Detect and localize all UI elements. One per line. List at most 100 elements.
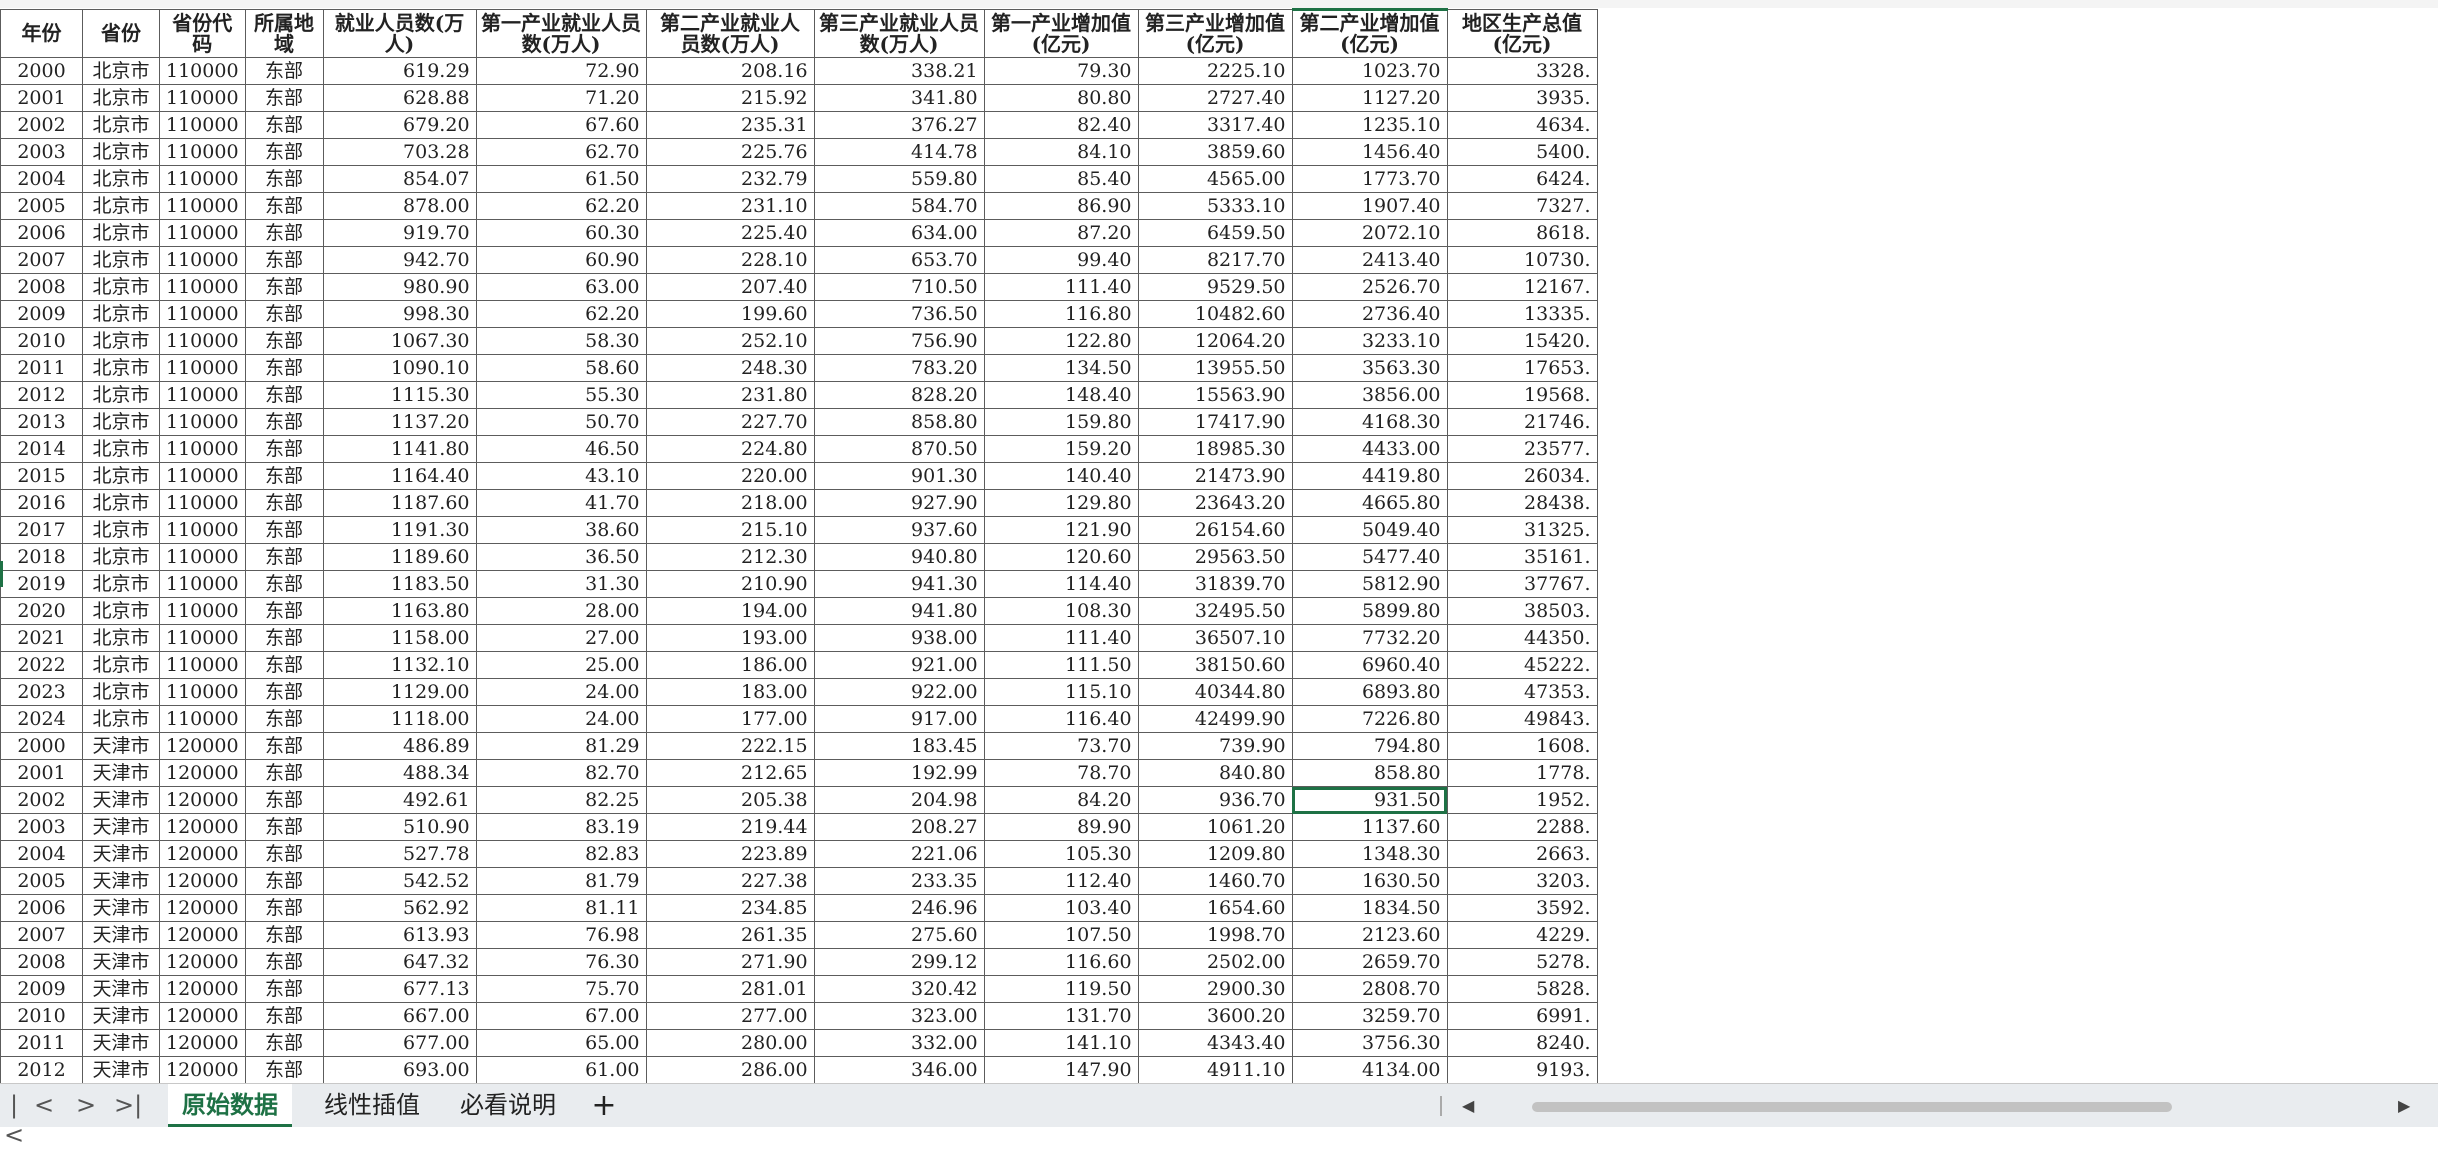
cell-employed[interactable]: 942.70	[322, 246, 477, 274]
cell-province[interactable]: 北京市	[82, 84, 160, 112]
cell-gdp[interactable]: 5400.	[1446, 138, 1598, 166]
cell-secondary-employed[interactable]: 186.00	[645, 651, 815, 679]
cell-primary-value-added[interactable]: 82.40	[983, 111, 1139, 139]
cell-gdp[interactable]: 21746.	[1446, 408, 1598, 436]
scroll-thumb[interactable]	[1532, 1102, 2172, 1112]
cell-year[interactable]: 2017	[0, 516, 83, 544]
cell-tertiary-employed[interactable]: 414.78	[813, 138, 985, 166]
cell-primary-employed[interactable]: 81.11	[475, 894, 647, 922]
cell-secondary-employed[interactable]: 177.00	[645, 705, 815, 733]
cell-employed[interactable]: 1191.30	[322, 516, 477, 544]
cell-secondary-employed[interactable]: 205.38	[645, 786, 815, 814]
cell-secondary-employed[interactable]: 199.60	[645, 300, 815, 328]
cell-year[interactable]: 2008	[0, 273, 83, 301]
cell-secondary-value-added[interactable]: 2736.40	[1291, 300, 1448, 328]
cell-gdp[interactable]: 13335.	[1446, 300, 1598, 328]
cell-region[interactable]: 东部	[244, 462, 324, 490]
header-region[interactable]: 所属地域	[244, 9, 324, 58]
header-tertiary-employed[interactable]: 第三产业就业人员数(万人)	[813, 9, 985, 58]
cell-province-code[interactable]: 110000	[159, 57, 246, 85]
cell-primary-employed[interactable]: 67.00	[475, 1002, 647, 1030]
cell-primary-value-added[interactable]: 148.40	[983, 381, 1139, 409]
cell-primary-value-added[interactable]: 116.80	[983, 300, 1139, 328]
cell-gdp[interactable]: 45222.	[1446, 651, 1598, 679]
cell-secondary-employed[interactable]: 219.44	[645, 813, 815, 841]
cell-tertiary-value-added[interactable]: 9529.50	[1137, 273, 1293, 301]
header-primary-employed[interactable]: 第一产业就业人员数(万人)	[475, 9, 647, 58]
cell-tertiary-value-added[interactable]: 3317.40	[1137, 111, 1293, 139]
cell-province[interactable]: 天津市	[82, 1002, 160, 1030]
cell-gdp[interactable]: 3203.	[1446, 867, 1598, 895]
cell-employed[interactable]: 510.90	[322, 813, 477, 841]
cell-employed[interactable]: 693.00	[322, 1056, 477, 1083]
tab-must-read[interactable]: 必看说明	[446, 1084, 570, 1127]
cell-tertiary-employed[interactable]: 783.20	[813, 354, 985, 382]
cell-tertiary-employed[interactable]: 183.45	[813, 732, 985, 760]
cell-province-code[interactable]: 120000	[159, 786, 246, 814]
cell-gdp[interactable]: 3592.	[1446, 894, 1598, 922]
cell-province-code[interactable]: 120000	[159, 921, 246, 949]
cell-secondary-employed[interactable]: 224.80	[645, 435, 815, 463]
cell-region[interactable]: 东部	[244, 246, 324, 274]
cell-gdp[interactable]: 28438.	[1446, 489, 1598, 517]
cell-tertiary-employed[interactable]: 275.60	[813, 921, 985, 949]
cell-province-code[interactable]: 110000	[159, 246, 246, 274]
cell-province[interactable]: 北京市	[82, 219, 160, 247]
cell-year[interactable]: 2004	[0, 840, 83, 868]
cell-tertiary-employed[interactable]: 221.06	[813, 840, 985, 868]
cell-province[interactable]: 北京市	[82, 408, 160, 436]
cell-tertiary-value-added[interactable]: 17417.90	[1137, 408, 1293, 436]
cell-primary-value-added[interactable]: 84.20	[983, 786, 1139, 814]
cell-secondary-value-added[interactable]: 2123.60	[1291, 921, 1448, 949]
cell-region[interactable]: 东部	[244, 732, 324, 760]
cell-primary-employed[interactable]: 67.60	[475, 111, 647, 139]
cell-tertiary-value-added[interactable]: 4343.40	[1137, 1029, 1293, 1057]
cell-primary-value-added[interactable]: 99.40	[983, 246, 1139, 274]
cell-primary-employed[interactable]: 72.90	[475, 57, 647, 85]
cell-province[interactable]: 天津市	[82, 894, 160, 922]
cell-employed[interactable]: 878.00	[322, 192, 477, 220]
cell-region[interactable]: 东部	[244, 435, 324, 463]
cell-employed[interactable]: 647.32	[322, 948, 477, 976]
cell-primary-value-added[interactable]: 73.70	[983, 732, 1139, 760]
cell-primary-employed[interactable]: 65.00	[475, 1029, 647, 1057]
last-sheet-icon[interactable]: >|	[114, 1090, 142, 1120]
cell-tertiary-value-added[interactable]: 13955.50	[1137, 354, 1293, 382]
cell-secondary-value-added[interactable]: 3756.30	[1291, 1029, 1448, 1057]
cell-year[interactable]: 2003	[0, 138, 83, 166]
prev-sheet-icon[interactable]: <	[30, 1090, 58, 1120]
cell-tertiary-value-added[interactable]: 2900.30	[1137, 975, 1293, 1003]
cell-employed[interactable]: 1118.00	[322, 705, 477, 733]
cell-region[interactable]: 东部	[244, 786, 324, 814]
header-gdp[interactable]: 地区生产总值(亿元)	[1446, 9, 1598, 58]
cell-primary-value-added[interactable]: 87.20	[983, 219, 1139, 247]
cell-secondary-value-added[interactable]: 931.50	[1291, 786, 1448, 814]
cell-primary-value-added[interactable]: 116.40	[983, 705, 1139, 733]
cell-secondary-value-added[interactable]: 3233.10	[1291, 327, 1448, 355]
cell-year[interactable]: 2000	[0, 732, 83, 760]
cell-province-code[interactable]: 110000	[159, 678, 246, 706]
cell-secondary-value-added[interactable]: 6960.40	[1291, 651, 1448, 679]
cell-region[interactable]: 东部	[244, 219, 324, 247]
cell-year[interactable]: 2005	[0, 192, 83, 220]
cell-province[interactable]: 北京市	[82, 246, 160, 274]
cell-employed[interactable]: 677.00	[322, 1029, 477, 1057]
cell-primary-employed[interactable]: 60.30	[475, 219, 647, 247]
cell-secondary-value-added[interactable]: 4665.80	[1291, 489, 1448, 517]
cell-tertiary-value-added[interactable]: 1998.70	[1137, 921, 1293, 949]
cell-year[interactable]: 2023	[0, 678, 83, 706]
cell-tertiary-employed[interactable]: 192.99	[813, 759, 985, 787]
cell-primary-value-added[interactable]: 159.80	[983, 408, 1139, 436]
cell-tertiary-value-added[interactable]: 4911.10	[1137, 1056, 1293, 1083]
cell-secondary-employed[interactable]: 228.10	[645, 246, 815, 274]
cell-primary-value-added[interactable]: 108.30	[983, 597, 1139, 625]
cell-region[interactable]: 东部	[244, 651, 324, 679]
cell-tertiary-employed[interactable]: 376.27	[813, 111, 985, 139]
cell-primary-value-added[interactable]: 112.40	[983, 867, 1139, 895]
cell-tertiary-value-added[interactable]: 1654.60	[1137, 894, 1293, 922]
cell-province-code[interactable]: 110000	[159, 570, 246, 598]
cell-secondary-employed[interactable]: 281.01	[645, 975, 815, 1003]
spreadsheet-grid[interactable]: 年份 省份 省份代码 所属地域 就业人员数(万人) 第一产业就业人员数(万人) …	[0, 8, 2438, 1083]
cell-tertiary-value-added[interactable]: 1209.80	[1137, 840, 1293, 868]
cell-secondary-value-added[interactable]: 5477.40	[1291, 543, 1448, 571]
